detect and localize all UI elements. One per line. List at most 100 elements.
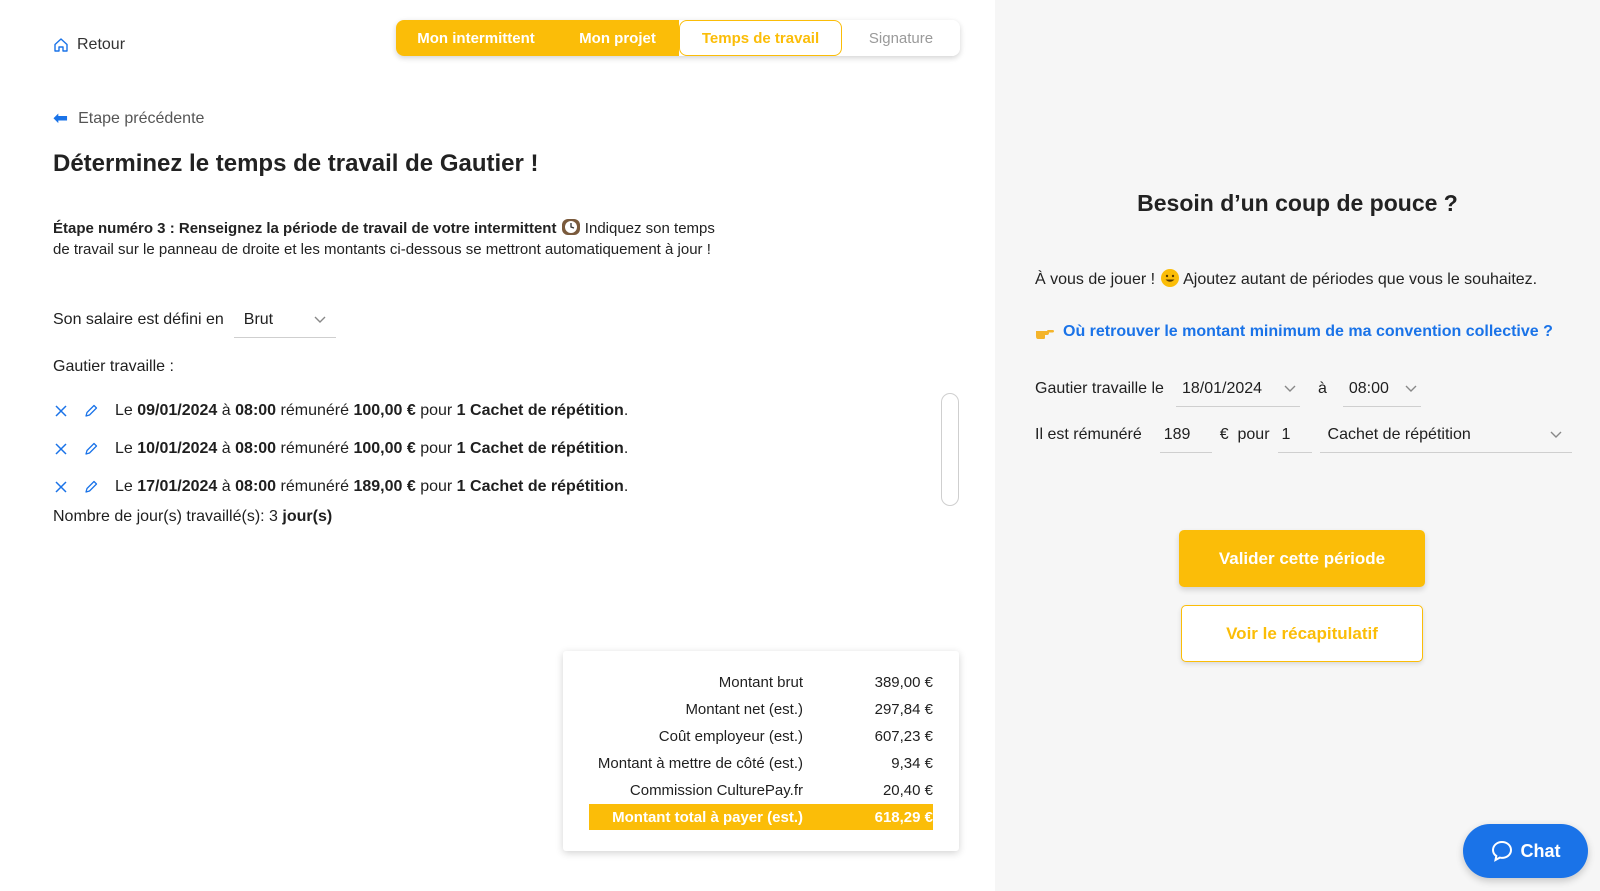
summary-row-total: Montant total à payer (est.) 618,29 € xyxy=(589,804,933,830)
period-amount: 100,00 € xyxy=(353,440,416,457)
home-icon xyxy=(54,38,68,52)
summary-value: 607,23 € xyxy=(874,727,933,745)
chat-label: Chat xyxy=(1520,840,1561,861)
period-paid: rémunéré xyxy=(280,440,349,457)
at-label: à xyxy=(1317,380,1327,397)
period-prefix: Le xyxy=(115,440,133,457)
period-time: 08:00 xyxy=(235,402,277,419)
back-label: Retour xyxy=(77,36,126,53)
period-row: Le 17/01/2024 à 08:00 rémunéré 189,00 € … xyxy=(53,468,933,506)
convention-minimum-link[interactable]: Où retrouver le montant minimum de ma co… xyxy=(1035,323,1553,341)
progress-stepper: Mon intermittent Mon projet Temps de tra… xyxy=(396,20,960,56)
period-at: à xyxy=(221,440,231,457)
period-list: Le 09/01/2024 à 08:00 rémunéré 100,00 € … xyxy=(53,392,933,506)
period-prefix: Le xyxy=(115,402,133,419)
back-link[interactable]: Retour xyxy=(53,36,125,54)
summary-value: 389,00 € xyxy=(874,673,933,691)
chevron-down-icon xyxy=(314,316,326,323)
page-title: Déterminez le temps de travail de Gautie… xyxy=(53,150,539,177)
period-date: 10/01/2024 xyxy=(137,440,218,457)
amount-input[interactable]: 189 xyxy=(1159,417,1212,453)
days-count-unit: jour(s) xyxy=(282,508,333,525)
amount-summary: Montant brut 389,00 € Montant net (est.)… xyxy=(563,651,959,851)
delete-icon[interactable] xyxy=(53,403,69,419)
period-date: 17/01/2024 xyxy=(137,478,218,495)
quantity-input[interactable]: 1 xyxy=(1277,417,1312,453)
validate-period-button[interactable]: Valider cette période xyxy=(1179,530,1425,587)
edit-icon[interactable] xyxy=(83,403,99,419)
days-count-label: Nombre de jour(s) travaillé(s): 3 xyxy=(53,508,278,525)
edit-icon[interactable] xyxy=(83,479,99,495)
date-select[interactable]: 18/01/2024 xyxy=(1175,371,1300,407)
period-type: 1 Cachet de répétition xyxy=(456,478,624,495)
period-date-row: Gautier travaille le 18/01/2024 à 08:00 xyxy=(1035,371,1421,407)
period-type: 1 Cachet de répétition xyxy=(456,440,624,457)
salary-label: Son salaire est défini en xyxy=(53,311,224,328)
summary-row-net: Montant net (est.) 297,84 € xyxy=(589,696,933,722)
help-title: Besoin d’un coup de pouce ? xyxy=(1137,190,1458,216)
pointing-hand-icon xyxy=(1036,330,1054,339)
main-panel: Retour Mon intermittent Mon projet Temps… xyxy=(0,0,995,891)
period-time: 08:00 xyxy=(235,478,277,495)
works-on-label: Gautier travaille le xyxy=(1035,380,1164,397)
period-for: pour xyxy=(420,478,453,495)
step-mon-intermittent[interactable]: Mon intermittent xyxy=(396,20,556,56)
period-paid: rémunéré xyxy=(280,402,349,419)
delete-icon[interactable] xyxy=(53,479,69,495)
convention-minimum-link-label: Où retrouver le montant minimum de ma co… xyxy=(1063,323,1553,340)
clock-icon xyxy=(561,219,580,235)
period-type: 1 Cachet de répétition xyxy=(456,402,624,419)
chat-button[interactable]: Chat xyxy=(1463,824,1588,878)
summary-label: Montant total à payer (est.) xyxy=(612,808,803,826)
period-at: à xyxy=(221,478,231,495)
previous-step-label: Etape précédente xyxy=(78,109,205,127)
help-text-end: Ajoutez autant de périodes que vous le s… xyxy=(1179,271,1538,288)
period-row: Le 10/01/2024 à 08:00 rémunéré 100,00 € … xyxy=(53,430,933,468)
summary-label: Coût employeur (est.) xyxy=(658,727,803,745)
period-for: pour xyxy=(420,440,453,457)
summary-row-set-aside: Montant à mettre de côté (est.) 9,34 € xyxy=(589,750,933,776)
smile-emoji-icon xyxy=(1160,269,1179,287)
summary-value: 297,84 € xyxy=(874,700,933,718)
summary-label: Montant brut xyxy=(718,673,803,691)
period-prefix: Le xyxy=(115,478,133,495)
paid-label: Il est rémunéré xyxy=(1035,426,1142,443)
salary-row: Son salaire est défini en Brut xyxy=(53,302,336,338)
summary-row-brut: Montant brut 389,00 € xyxy=(589,669,933,695)
summary-label: Montant net (est.) xyxy=(685,700,803,718)
period-at: à xyxy=(221,402,231,419)
intro-step-heading: Étape numéro 3 : Renseignez la période d… xyxy=(53,220,557,237)
delete-icon[interactable] xyxy=(53,441,69,457)
period-date: 09/01/2024 xyxy=(137,402,218,419)
help-text: À vous de jouer ! Ajoutez autant de péri… xyxy=(1035,268,1537,289)
chevron-down-icon xyxy=(1550,431,1562,438)
period-time: 08:00 xyxy=(235,440,277,457)
currency-for-label: € pour xyxy=(1219,426,1270,443)
period-row: Le 09/01/2024 à 08:00 rémunéré 100,00 € … xyxy=(53,392,933,430)
period-list-scrollbar[interactable] xyxy=(941,393,959,506)
step-mon-projet[interactable]: Mon projet xyxy=(556,20,679,56)
help-panel: Besoin d’un coup de pouce ? À vous de jo… xyxy=(995,0,1600,891)
step-temps-de-travail[interactable]: Temps de travail xyxy=(679,20,842,56)
edit-icon[interactable] xyxy=(83,441,99,457)
contract-type-value: Cachet de répétition xyxy=(1327,425,1471,443)
summary-row-commission: Commission CulturePay.fr 20,40 € xyxy=(589,777,933,803)
days-count: Nombre de jour(s) travaillé(s): 3 jour(s… xyxy=(53,508,332,526)
period-paid: rémunéré xyxy=(280,478,349,495)
summary-label: Montant à mettre de côté (est.) xyxy=(597,754,803,772)
step-signature[interactable]: Signature xyxy=(842,20,960,56)
previous-step-link[interactable]: ⬅ Etape précédente xyxy=(53,108,204,129)
chevron-down-icon xyxy=(1284,385,1296,392)
time-select[interactable]: 08:00 xyxy=(1342,371,1421,407)
salary-type-select[interactable]: Brut xyxy=(233,302,336,338)
chat-bubble-icon xyxy=(1491,840,1512,862)
arrow-left-icon: ⬅ xyxy=(53,108,69,128)
summary-value: 618,29 € xyxy=(874,808,933,826)
view-summary-button[interactable]: Voir le récapitulatif xyxy=(1181,605,1423,662)
chevron-down-icon xyxy=(1405,385,1417,392)
summary-row-employer-cost: Coût employeur (est.) 607,23 € xyxy=(589,723,933,749)
period-amount: 189,00 € xyxy=(353,478,416,495)
contract-type-select[interactable]: Cachet de répétition xyxy=(1319,417,1572,453)
time-value: 08:00 xyxy=(1348,379,1389,397)
help-text-start: À vous de jouer ! xyxy=(1035,271,1156,288)
